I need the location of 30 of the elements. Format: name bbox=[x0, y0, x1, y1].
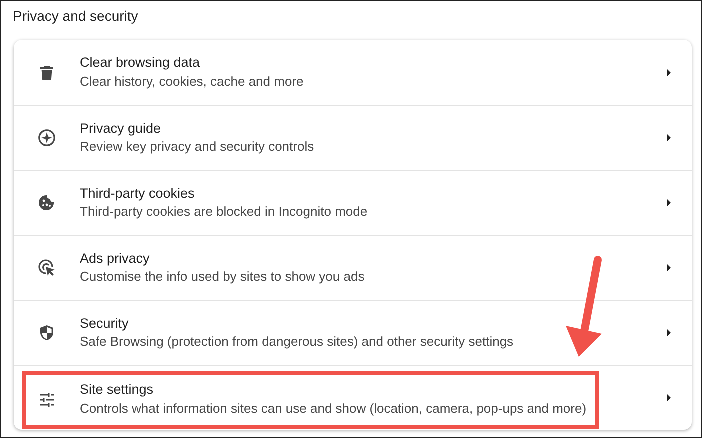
chevron-icon bbox=[666, 263, 672, 273]
trash-icon bbox=[38, 64, 56, 82]
chevron-icon bbox=[666, 393, 672, 403]
settings-row[interactable]: Third-party cookies Third-party cookies are blocked in Incognito mode bbox=[14, 170, 692, 235]
row-description: Review key privacy and security controls bbox=[80, 139, 314, 156]
settings-row[interactable]: Clear browsing data Clear history, cookies, cache and more bbox=[14, 40, 692, 105]
row-description: Controls what information sites can use and show (location, camera, pop-ups and more) bbox=[80, 400, 587, 418]
row-description: Clear history, cookies, cache and more bbox=[80, 74, 304, 91]
chevron-icon bbox=[666, 68, 672, 78]
shield-icon bbox=[38, 324, 56, 342]
compass-icon bbox=[38, 129, 56, 147]
row-title: Privacy guide bbox=[80, 120, 162, 138]
row-title: Ads privacy bbox=[80, 250, 151, 268]
chevron-icon bbox=[666, 198, 672, 208]
section-title: Privacy and security bbox=[12, 7, 140, 26]
cursor-target-icon bbox=[38, 259, 56, 277]
row-description: Third-party cookies are blocked in Incognito mode bbox=[80, 204, 368, 222]
settings-row[interactable]: Ads privacy Customise the info used by sites to show you ads bbox=[14, 235, 692, 300]
row-title: Security bbox=[80, 314, 130, 332]
row-title: Site settings bbox=[80, 381, 155, 399]
cookie-icon bbox=[38, 194, 56, 212]
settings-row[interactable]: Site settings Controls what information sites can use and show (location, camera, pop-ups and more) bbox=[14, 365, 692, 430]
settings-row[interactable]: Privacy guide Review key privacy and security controls bbox=[14, 105, 692, 170]
chevron-icon bbox=[666, 328, 672, 338]
sliders-icon bbox=[38, 390, 56, 408]
row-description: Customise the info used by sites to show you ads bbox=[80, 269, 365, 286]
row-description: Safe Browsing (protection from dangerous sites) and other security settings bbox=[80, 334, 514, 352]
row-title: Third-party cookies bbox=[80, 184, 196, 202]
row-title: Clear browsing data bbox=[80, 54, 202, 72]
chevron-icon bbox=[666, 133, 672, 143]
